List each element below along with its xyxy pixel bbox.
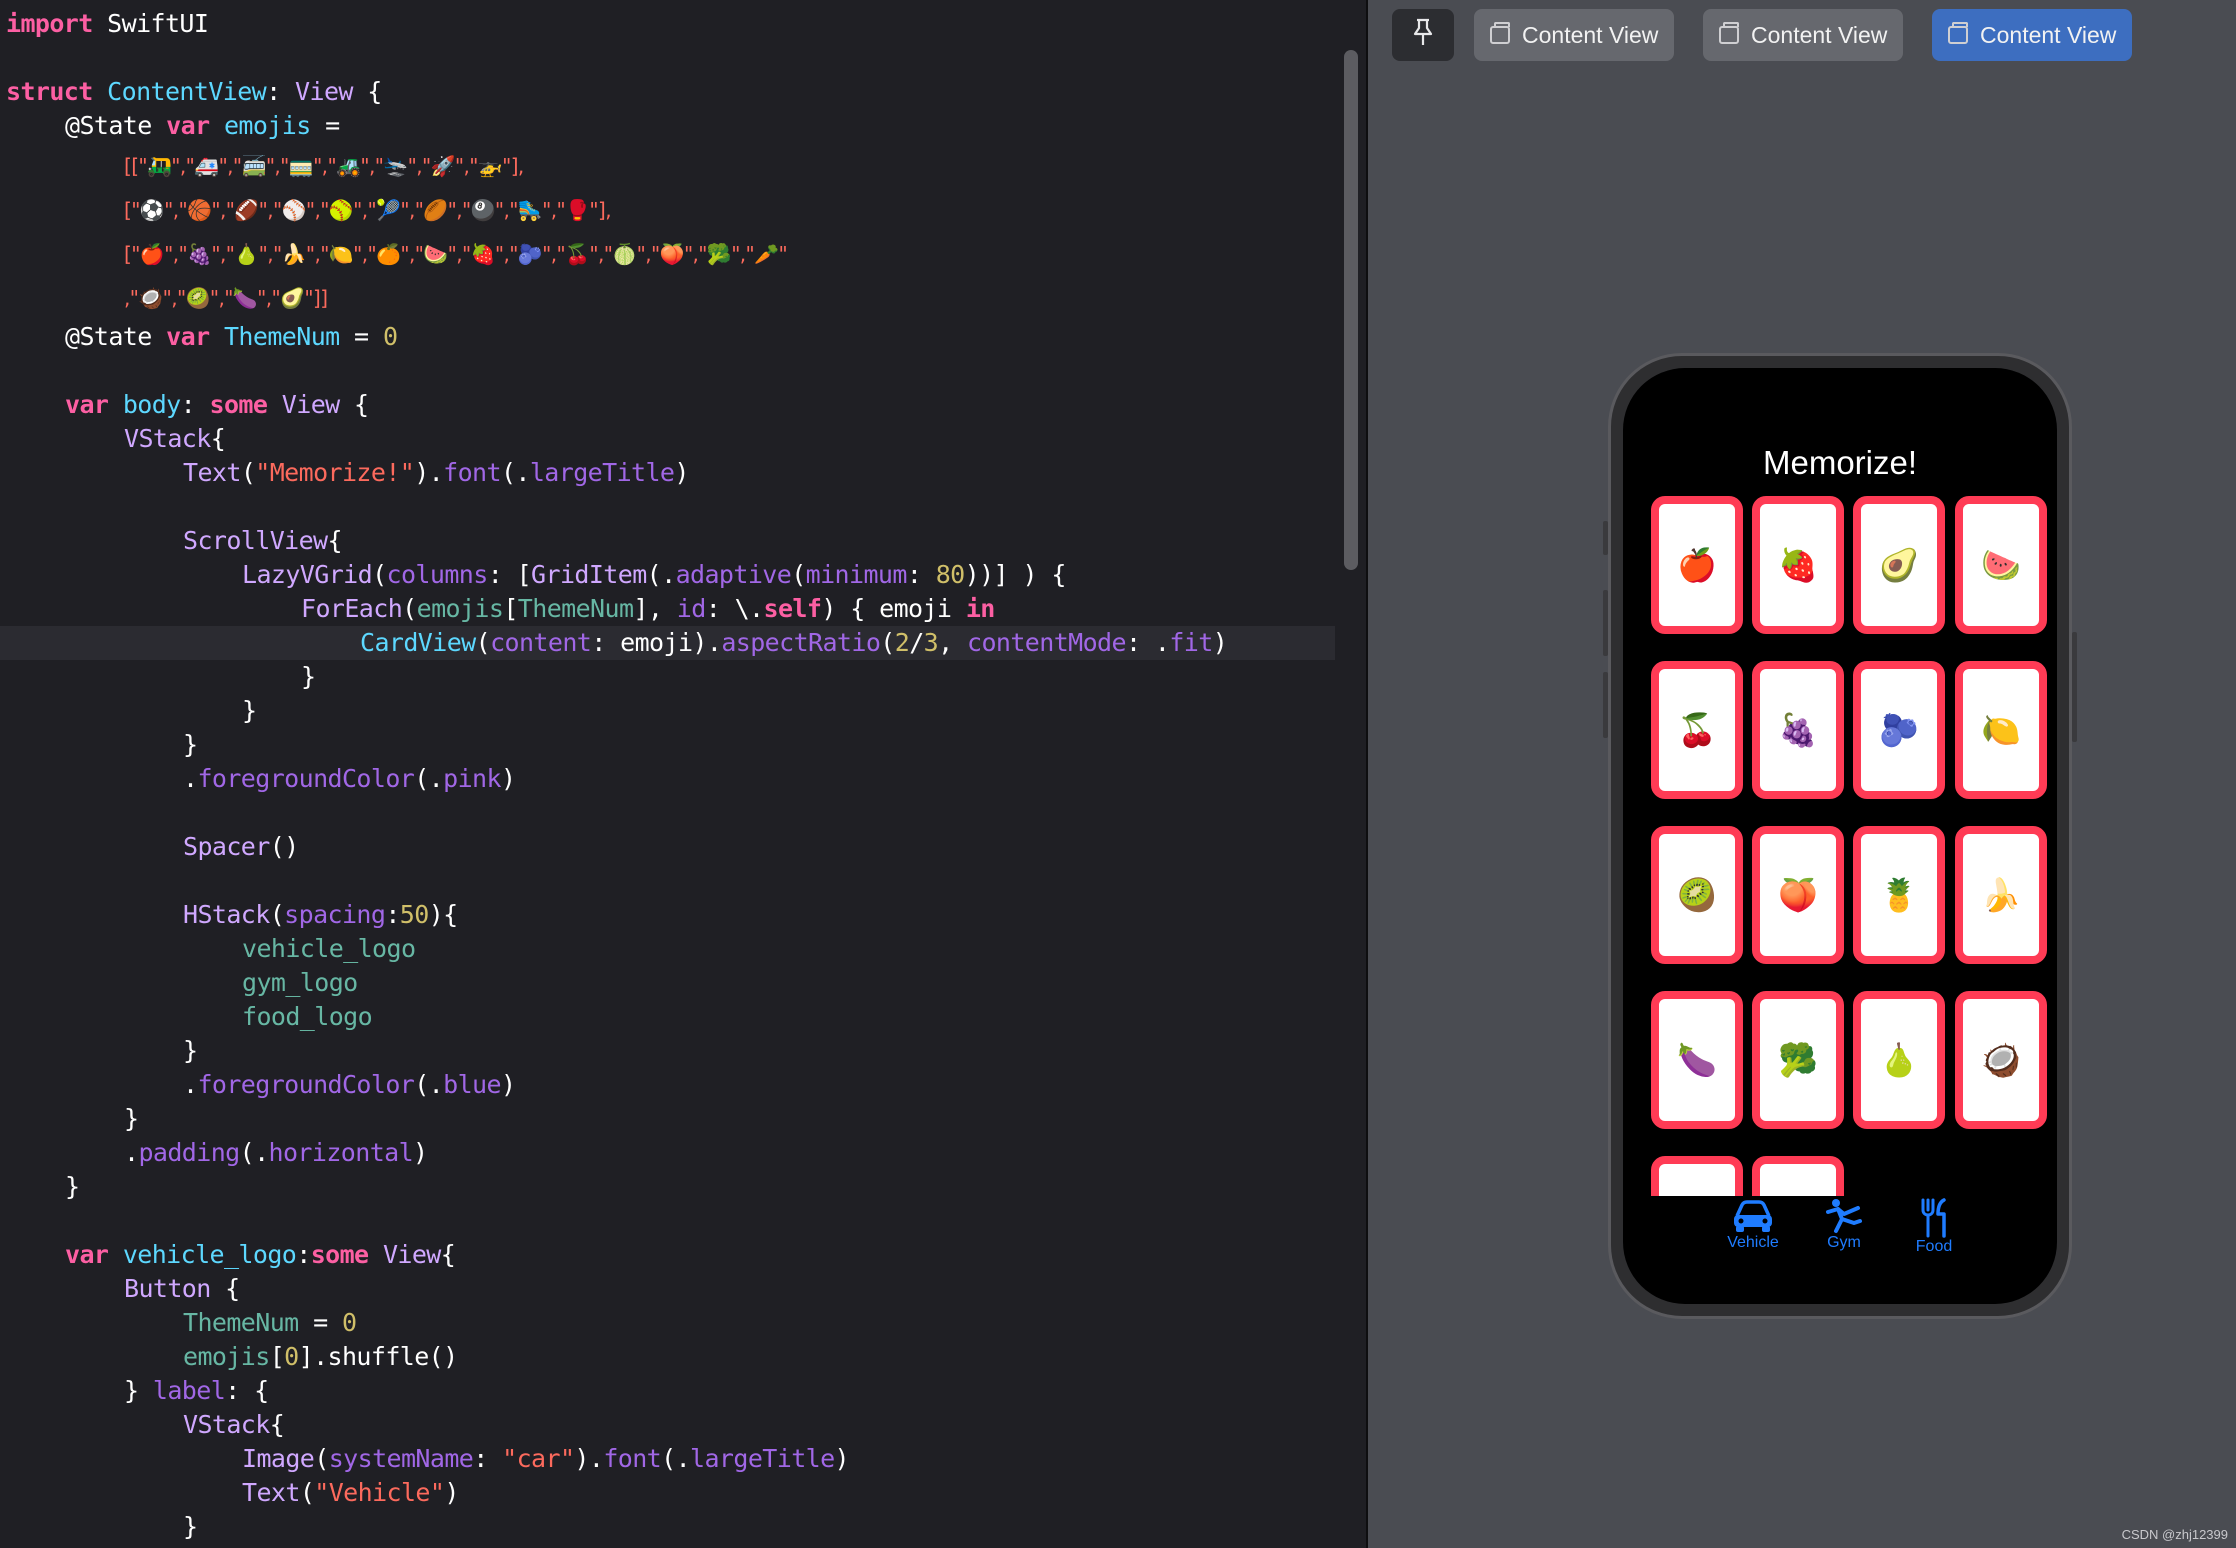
code-line[interactable]: [["🛺","🚑","🚎","🚃","🚜","🛬","🚀","🚁"], [6, 148, 524, 182]
code-line[interactable]: struct ContentView: View { [6, 75, 382, 109]
code-line[interactable]: } [6, 660, 316, 694]
card[interactable] [1752, 1156, 1844, 1196]
theme-tab-bar: Vehicle Gym Food [1623, 1198, 2057, 1298]
code-line[interactable]: } [6, 694, 257, 728]
code-line[interactable]: VStack{ [6, 422, 226, 456]
code-line[interactable]: ForEach(emojis[ThemeNum], id: \.self) { … [6, 592, 995, 626]
code-line[interactable]: ,"🥥","🥝","🍆","🥑"]] [6, 280, 328, 314]
card[interactable]: 🥝 [1651, 826, 1743, 964]
card-emoji: 🥥 [1981, 1041, 2021, 1079]
preview-tab-icon [1948, 22, 1968, 44]
code-line[interactable]: Text("Vehicle") [6, 1476, 459, 1510]
editor-scrollbar-thumb[interactable] [1344, 50, 1358, 570]
gym-button[interactable]: Gym [1819, 1198, 1869, 1252]
code-line[interactable]: ScrollView{ [6, 524, 343, 558]
card[interactable]: 🍆 [1651, 991, 1743, 1129]
app-title: Memorize! [1762, 444, 1918, 481]
card-emoji: 🍆 [1677, 1041, 1717, 1079]
card-emoji: 🥑 [1879, 546, 1919, 584]
card[interactable]: 🍑 [1752, 826, 1844, 964]
code-line[interactable]: VStack{ [6, 1408, 285, 1442]
card-emoji: 🫐 [1879, 711, 1919, 749]
food-button[interactable]: Food [1909, 1198, 1959, 1256]
card[interactable]: 🍋 [1955, 661, 2047, 799]
code-line[interactable]: Image(systemName: "car").font(.largeTitl… [6, 1442, 850, 1476]
card[interactable] [1651, 1156, 1743, 1196]
card-emoji: 🍍 [1879, 876, 1919, 914]
code-line[interactable]: ["🍎","🍇","🍐","🍌","🍋","🍊","🍉","🍓","🫐","🍒"… [6, 236, 788, 270]
watermark: CSDN @zhj12399 [2121, 1527, 2228, 1542]
code-line[interactable]: } label: { [6, 1374, 269, 1408]
card-emoji: 🍉 [1981, 546, 2021, 584]
code-line[interactable]: HStack(spacing:50){ [6, 898, 458, 932]
code-line[interactable]: var body: some View { [6, 388, 369, 422]
code-line[interactable]: gym_logo [6, 966, 358, 1000]
code-line[interactable]: } [6, 1510, 198, 1544]
preview-tab-icon [1490, 22, 1510, 44]
card[interactable]: 🍇 [1752, 661, 1844, 799]
preview-tab-1[interactable]: Content View [1474, 9, 1675, 61]
code-line[interactable]: ThemeNum = 0 [6, 1306, 357, 1340]
card[interactable]: 🍌 [1955, 826, 2047, 964]
card-emoji: 🍒 [1677, 711, 1717, 749]
pin-button[interactable] [1392, 9, 1454, 61]
card-emoji: 🍋 [1981, 711, 2021, 749]
card[interactable]: 🍉 [1955, 496, 2047, 634]
card[interactable]: 🥑 [1853, 496, 1945, 634]
iphone-frame: Memorize! 🍎 🍓 🥑 🍉 🍒 🍇 🫐 🍋 🥝 🍑 🍍 🍌 🍆 🥦 🍐 🥥 Vehicle Gym [1608, 353, 2072, 1319]
card-grid[interactable]: 🍎 🍓 🥑 🍉 🍒 🍇 🫐 🍋 🥝 🍑 🍍 🍌 🍆 🥦 🍐 🥥 [1651, 496, 2051, 1196]
card-emoji: 🥝 [1677, 876, 1717, 914]
preview-tab-icon [1719, 22, 1739, 44]
code-line[interactable]: var vehicle_logo:some View{ [6, 1238, 456, 1272]
figure-kickboxing-icon [1819, 1198, 1869, 1234]
pin-icon [1410, 17, 1436, 53]
code-line[interactable]: Spacer() [6, 830, 299, 864]
code-line[interactable]: Text("Memorize!").font(.largeTitle) [6, 456, 689, 490]
card[interactable]: 🍓 [1752, 496, 1844, 634]
code-line[interactable]: } [6, 728, 198, 762]
code-line-current[interactable]: CardView(content: emoji).aspectRatio(2/3… [0, 626, 1335, 660]
card[interactable]: 🍍 [1853, 826, 1945, 964]
card-emoji: 🍌 [1981, 876, 2021, 914]
code-line[interactable]: } [6, 1102, 139, 1136]
code-line[interactable]: @State var emojis = [6, 109, 340, 143]
code-line[interactable]: } [6, 1170, 80, 1204]
card[interactable]: 🍐 [1853, 991, 1945, 1129]
code-line[interactable]: .padding(.horizontal) [6, 1136, 428, 1170]
code-line[interactable]: Button { [6, 1272, 240, 1306]
card[interactable]: 🍒 [1651, 661, 1743, 799]
card-emoji: 🍓 [1778, 546, 1818, 584]
card-emoji: 🍎 [1677, 546, 1717, 584]
card[interactable]: 🥦 [1752, 991, 1844, 1129]
phone-side-button [2072, 632, 2077, 742]
preview-tab-2[interactable]: Content View [1703, 9, 1904, 61]
code-line[interactable]: .foregroundColor(.pink) [6, 762, 516, 796]
code-line[interactable]: vehicle_logo [6, 932, 416, 966]
code-editor[interactable]: import SwiftUI struct ContentView: View … [0, 0, 1335, 1548]
code-line[interactable]: import SwiftUI [6, 7, 209, 41]
card[interactable]: 🥥 [1955, 991, 2047, 1129]
code-line[interactable]: } [6, 1034, 198, 1068]
card-emoji: 🍐 [1879, 1041, 1919, 1079]
vehicle-button[interactable]: Vehicle [1721, 1198, 1785, 1252]
car-icon [1721, 1198, 1785, 1234]
preview-canvas: Content View Content View Content View M… [1368, 0, 2236, 1548]
card-emoji: 🍑 [1778, 876, 1818, 914]
code-line[interactable]: @State var ThemeNum = 0 [6, 320, 398, 354]
preview-tab-3[interactable]: Content View [1932, 9, 2133, 61]
card-emoji: 🥦 [1778, 1041, 1818, 1079]
code-line[interactable]: emojis[0].shuffle() [6, 1340, 458, 1374]
card[interactable]: 🫐 [1853, 661, 1945, 799]
code-line[interactable]: LazyVGrid(columns: [GridItem(.adaptive(m… [6, 558, 1066, 592]
card[interactable]: 🍎 [1651, 496, 1743, 634]
fork-knife-icon [1909, 1198, 1959, 1238]
card-emoji: 🍇 [1778, 711, 1818, 749]
code-line[interactable]: .foregroundColor(.blue) [6, 1068, 516, 1102]
code-line[interactable]: food_logo [6, 1000, 373, 1034]
phone-screen: Memorize! 🍎 🍓 🥑 🍉 🍒 🍇 🫐 🍋 🥝 🍑 🍍 🍌 🍆 🥦 🍐 🥥 Vehicle Gym [1623, 368, 2057, 1304]
code-line[interactable]: ["⚽","🏀","🏈","⚾","🥎","🎾","🏉","🎱","🛼","🥊"… [6, 192, 612, 226]
